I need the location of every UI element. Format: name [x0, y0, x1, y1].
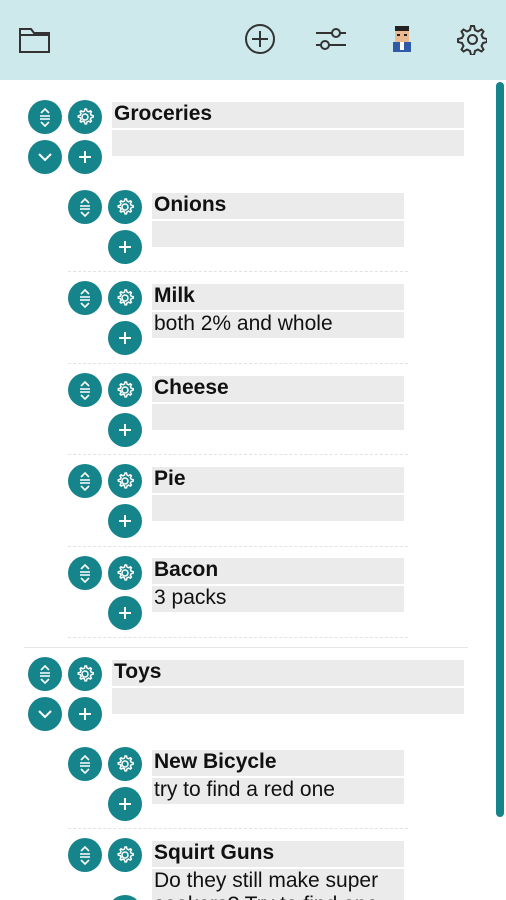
- item-divider: [68, 637, 408, 638]
- add-item-plus-icon[interactable]: [68, 697, 102, 731]
- list-settings-gear-icon[interactable]: [68, 657, 102, 691]
- item-note-field[interactable]: try to find a red one: [152, 778, 404, 804]
- item-note-field[interactable]: [152, 495, 404, 521]
- add-subitem-plus-icon[interactable]: [108, 321, 142, 355]
- list-title-field[interactable]: Groceries: [112, 102, 464, 128]
- list-settings-gear-icon[interactable]: [68, 100, 102, 134]
- reorder-handle-icon[interactable]: [68, 464, 102, 498]
- item-title-field[interactable]: Pie: [152, 467, 404, 493]
- reorder-handle-icon[interactable]: [68, 281, 102, 315]
- list-view[interactable]: Groceries Onions Milk both 2% and whole …: [0, 80, 506, 900]
- add-subitem-plus-icon[interactable]: [108, 895, 142, 900]
- item-title-field[interactable]: Milk: [152, 284, 404, 310]
- item-note-field[interactable]: 3 packs: [152, 586, 404, 612]
- item-divider: [68, 828, 408, 829]
- item-settings-gear-icon[interactable]: [108, 838, 142, 872]
- folder-icon[interactable]: [18, 22, 52, 56]
- item-note-field[interactable]: [152, 404, 404, 430]
- toolbar: [0, 0, 506, 80]
- reorder-handle-icon[interactable]: [28, 657, 62, 691]
- reorder-handle-icon[interactable]: [68, 373, 102, 407]
- item-note-field[interactable]: both 2% and whole: [152, 312, 404, 338]
- gear-icon[interactable]: [454, 22, 488, 56]
- item-divider: [68, 363, 408, 364]
- item-note-field[interactable]: [152, 221, 404, 247]
- item-settings-gear-icon[interactable]: [108, 190, 142, 224]
- list-title-field[interactable]: Toys: [112, 660, 464, 686]
- item-title-field[interactable]: Onions: [152, 193, 404, 219]
- item-title-field[interactable]: Bacon: [152, 558, 404, 584]
- reorder-handle-icon[interactable]: [68, 190, 102, 224]
- item-divider: [68, 454, 408, 455]
- add-subitem-plus-icon[interactable]: [108, 504, 142, 538]
- item-settings-gear-icon[interactable]: [108, 464, 142, 498]
- add-item-plus-icon[interactable]: [68, 140, 102, 174]
- list-note-field[interactable]: [112, 130, 464, 156]
- item-note-field[interactable]: Do they still make super soakers? Try to…: [152, 869, 404, 900]
- add-circle-icon[interactable]: [243, 22, 277, 56]
- item-settings-gear-icon[interactable]: [108, 556, 142, 590]
- item-divider: [68, 271, 408, 272]
- scrollbar-thumb[interactable]: [496, 82, 504, 817]
- item-title-field[interactable]: New Bicycle: [152, 750, 404, 776]
- reorder-handle-icon[interactable]: [68, 556, 102, 590]
- item-settings-gear-icon[interactable]: [108, 747, 142, 781]
- item-divider: [68, 546, 408, 547]
- item-title-field[interactable]: Cheese: [152, 376, 404, 402]
- reorder-handle-icon[interactable]: [28, 100, 62, 134]
- collapse-chevron-icon[interactable]: [28, 140, 62, 174]
- list-divider: [24, 647, 468, 648]
- item-settings-gear-icon[interactable]: [108, 281, 142, 315]
- item-title-field[interactable]: Squirt Guns: [152, 841, 404, 867]
- add-subitem-plus-icon[interactable]: [108, 787, 142, 821]
- add-subitem-plus-icon[interactable]: [108, 230, 142, 264]
- sliders-icon[interactable]: [314, 22, 348, 56]
- list-note-field[interactable]: [112, 688, 464, 714]
- add-subitem-plus-icon[interactable]: [108, 596, 142, 630]
- reorder-handle-icon[interactable]: [68, 838, 102, 872]
- avatar[interactable]: [385, 22, 419, 56]
- reorder-handle-icon[interactable]: [68, 747, 102, 781]
- collapse-chevron-icon[interactable]: [28, 697, 62, 731]
- item-settings-gear-icon[interactable]: [108, 373, 142, 407]
- add-subitem-plus-icon[interactable]: [108, 413, 142, 447]
